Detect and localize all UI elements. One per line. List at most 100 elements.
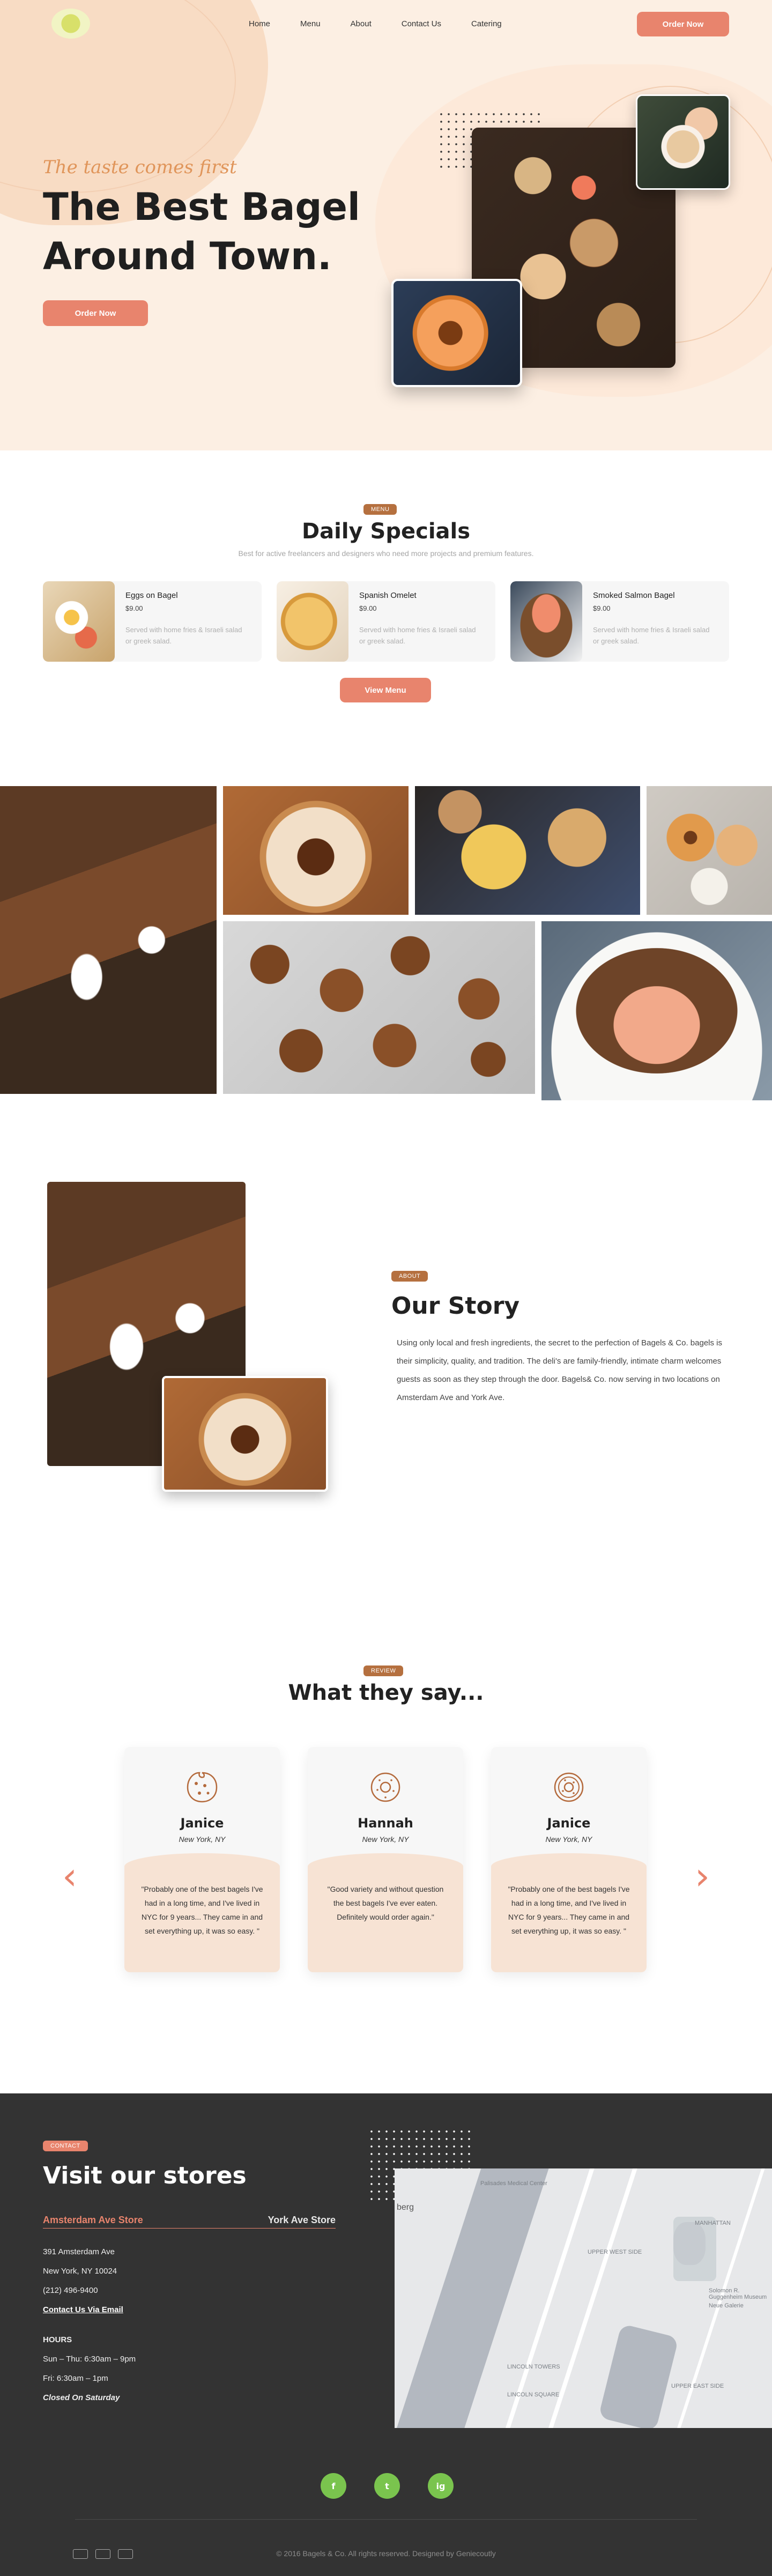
- nav-contact-us[interactable]: Contact Us: [402, 19, 441, 28]
- store-map[interactable]: Palisades Medical Center berg UPPER WEST…: [395, 2168, 772, 2428]
- tab-amsterdam-ave-store[interactable]: Amsterdam Ave Store: [43, 2215, 143, 2226]
- hours-friday: Fri: 6:30am – 1pm: [43, 2374, 108, 2383]
- specials-list: Eggs on Bagel $9.00 Served with home fri…: [43, 581, 729, 662]
- map-label: Neue Galerie: [709, 2303, 744, 2309]
- map-reservoir: [673, 2222, 706, 2265]
- address-line-2: New York, NY 10024: [43, 2267, 117, 2276]
- review-card: Janice New York, NY "Probably one of the…: [491, 1747, 647, 1972]
- view-menu-button[interactable]: View Menu: [340, 678, 431, 702]
- copyright-text: © 2016 Bagels & Co. All rights reserved.…: [276, 2549, 496, 2558]
- review-card: Hannah New York, NY "Good variety and wi…: [308, 1747, 463, 1972]
- map-label: Solomon R. Guggenheim Museum: [709, 2288, 767, 2300]
- twitter-icon[interactable]: t: [374, 2473, 400, 2499]
- store-address: 391 Amsterdam Ave New York, NY 10024 (21…: [43, 2242, 123, 2320]
- nav-order-now-button[interactable]: Order Now: [637, 12, 729, 36]
- store-tabs: Amsterdam Ave Store York Ave Store: [43, 2215, 336, 2229]
- special-price: $9.00: [359, 604, 377, 612]
- cookie-icon: [187, 1772, 218, 1803]
- special-card[interactable]: Spanish Omelet $9.00 Served with home fr…: [277, 581, 495, 662]
- review-text: "Good variety and without question the b…: [327, 1885, 444, 1921]
- photo-gallery: [0, 786, 772, 1182]
- chevron-right-icon[interactable]: ›: [695, 1857, 710, 1895]
- hero-bagel-closeup-image: [391, 279, 522, 387]
- gallery-donut-image: [223, 786, 409, 915]
- special-name: Smoked Salmon Bagel: [593, 591, 675, 600]
- nav-catering[interactable]: Catering: [471, 19, 502, 28]
- donut-icon: [554, 1772, 584, 1802]
- gallery-bagel-plate-image: [647, 786, 772, 915]
- special-name: Spanish Omelet: [359, 591, 417, 600]
- map-water: [598, 2323, 679, 2428]
- tab-york-ave-store[interactable]: York Ave Store: [268, 2215, 336, 2226]
- review-badge: REVIEW: [363, 1665, 404, 1676]
- reviewer-name: Janice: [547, 1816, 591, 1831]
- reviewer-location: New York, NY: [362, 1835, 409, 1844]
- store-phone: (212) 496-9400: [43, 2286, 98, 2295]
- story-title: Our Story: [391, 1292, 520, 1320]
- special-description: Served with home fries & Israeli salad o…: [359, 626, 476, 645]
- map-label: Palisades Medical Center: [480, 2180, 547, 2187]
- story-text: Using only local and fresh ingredients, …: [397, 1338, 723, 1402]
- map-label: UPPER EAST SIDE: [671, 2383, 724, 2389]
- visit-stores-section: CONTACT Visit our stores Amsterdam Ave S…: [0, 2093, 772, 2576]
- reviewer-name: Hannah: [358, 1816, 413, 1831]
- hero-tagline: The taste comes first: [43, 157, 237, 178]
- reviewer-name: Janice: [180, 1816, 224, 1831]
- hours-closed: Closed On Saturday: [43, 2393, 120, 2402]
- specials-title: Daily Specials: [301, 519, 471, 544]
- special-description: Served with home fries & Israeli salad o…: [125, 626, 242, 645]
- nav-home[interactable]: Home: [249, 19, 270, 28]
- contact-badge: CONTACT: [43, 2141, 88, 2151]
- reviewer-location: New York, NY: [545, 1835, 592, 1844]
- menu-badge: MENU: [363, 504, 397, 515]
- social-links: f t ig: [321, 2473, 454, 2499]
- map-label: LINCOLN SQUARE: [507, 2392, 560, 2398]
- review-carousel: Janice New York, NY "Probably one of the…: [124, 1747, 647, 1972]
- nav-menu[interactable]: Menu: [300, 19, 321, 28]
- special-card[interactable]: Smoked Salmon Bagel $9.00 Served with ho…: [510, 581, 729, 662]
- specials-subtitle: Best for active freelancers and designer…: [238, 549, 534, 558]
- contact-email-link[interactable]: Contact Us Via Email: [43, 2300, 123, 2320]
- special-card[interactable]: Eggs on Bagel $9.00 Served with home fri…: [43, 581, 262, 662]
- daily-specials-section: MENU Daily Specials Best for active free…: [0, 450, 772, 786]
- eggs-on-bagel-image: [43, 581, 115, 662]
- map-river: [395, 2168, 550, 2428]
- special-name: Eggs on Bagel: [125, 591, 178, 600]
- chevron-left-icon[interactable]: ‹: [62, 1857, 77, 1895]
- facebook-icon[interactable]: f: [321, 2473, 346, 2499]
- gallery-cafe-interior-image: [0, 786, 217, 1094]
- hero-order-now-button[interactable]: Order Now: [43, 300, 148, 326]
- hours-weekday: Sun – Thu: 6:30am – 9pm: [43, 2355, 136, 2364]
- map-label: MANHATTAN: [695, 2220, 731, 2226]
- map-label: LINCOLN TOWERS: [507, 2364, 560, 2370]
- bagel-icon: [370, 1772, 400, 1802]
- special-price: $9.00: [125, 604, 143, 612]
- reviews-title: What they say...: [288, 1681, 484, 1705]
- gallery-salmon-bagel-image: [541, 921, 772, 1100]
- map-label: berg: [397, 2203, 414, 2212]
- review-card: Janice New York, NY "Probably one of the…: [124, 1747, 280, 1972]
- hero-section: Home Menu About Contact Us Catering Orde…: [0, 0, 772, 450]
- stores-title: Visit our stores: [43, 2162, 247, 2189]
- logo[interactable]: [51, 9, 90, 39]
- main-nav: Home Menu About Contact Us Catering: [249, 19, 502, 28]
- store-hours: HOURS Sun – Thu: 6:30am – 9pm Fri: 6:30a…: [43, 2330, 136, 2408]
- map-label: UPPER WEST SIDE: [588, 2249, 642, 2255]
- our-story-section: ABOUT Our Story Using only local and fre…: [0, 1182, 772, 1643]
- gallery-bagels-image: [415, 786, 640, 915]
- reviews-section: REVIEW What they say... ‹ › Janice New Y…: [0, 1643, 772, 2093]
- gallery-donuts-rack-image: [223, 921, 535, 1094]
- hours-label: HOURS: [43, 2335, 72, 2344]
- hero-coffee-image: [636, 94, 730, 190]
- special-price: $9.00: [593, 604, 611, 612]
- address-line-1: 391 Amsterdam Ave: [43, 2247, 115, 2256]
- about-badge: ABOUT: [391, 1271, 428, 1282]
- footer-divider: [75, 2519, 697, 2520]
- special-description: Served with home fries & Israeli salad o…: [593, 626, 710, 645]
- reviewer-location: New York, NY: [179, 1835, 226, 1844]
- hero-title: The Best Bagel Around Town.: [43, 185, 360, 278]
- instagram-icon[interactable]: ig: [428, 2473, 454, 2499]
- review-text: "Probably one of the best bagels I've ha…: [508, 1885, 630, 1935]
- nav-about[interactable]: About: [351, 19, 372, 28]
- story-donut-image: [162, 1376, 328, 1492]
